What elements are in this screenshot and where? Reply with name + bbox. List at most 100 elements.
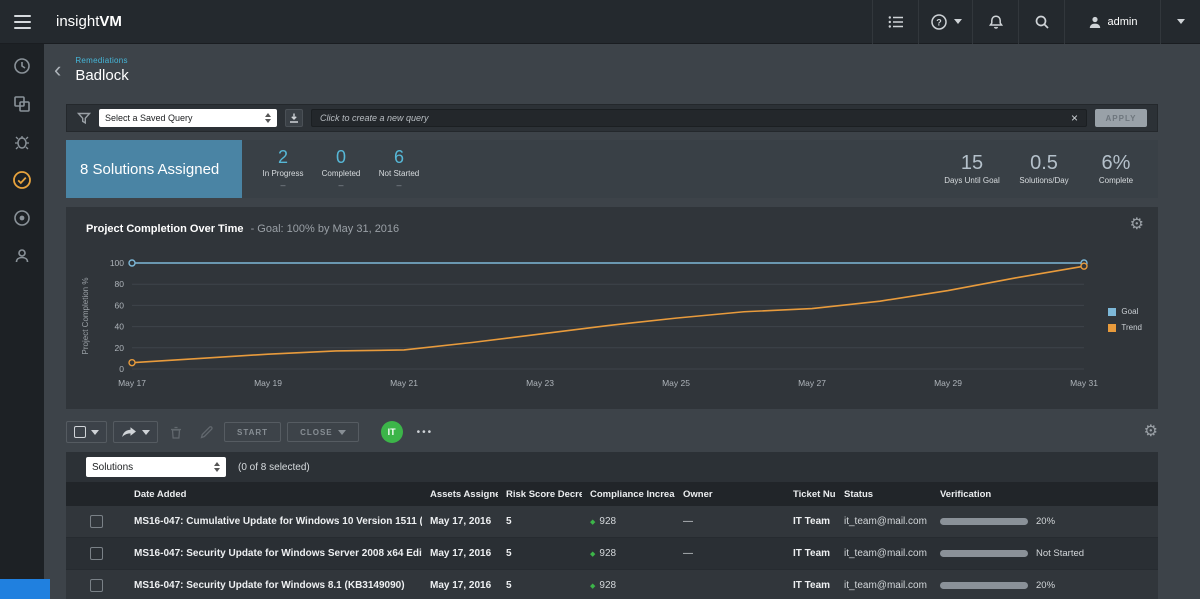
svg-text:May 23: May 23 xyxy=(526,378,554,388)
column-header[interactable]: Compliance Increase xyxy=(582,482,675,506)
svg-text:May 25: May 25 xyxy=(662,378,690,388)
user-menu[interactable]: admin xyxy=(1064,0,1160,44)
saved-query-value: Select a Saved Query xyxy=(105,113,193,123)
chevron-down-icon xyxy=(338,430,346,435)
cell-status: 20% xyxy=(932,570,1095,599)
table-row[interactable]: MS16-047: Security Update for Windows 8.… xyxy=(66,570,1158,599)
table-filter-select[interactable]: Solutions xyxy=(86,457,226,477)
svg-text:20: 20 xyxy=(115,343,125,353)
stat-label: Days Until Goal xyxy=(944,176,1000,185)
sidebar-item-history[interactable] xyxy=(12,56,32,76)
help-button[interactable]: ? xyxy=(918,0,972,44)
table-filter-value: Solutions xyxy=(92,462,133,473)
save-query-icon xyxy=(288,112,300,124)
saved-query-select[interactable]: Select a Saved Query xyxy=(99,109,277,127)
start-button[interactable]: START xyxy=(224,422,281,442)
legend-swatch xyxy=(1108,324,1116,332)
column-header[interactable]: Risk Score Decrease xyxy=(498,482,582,506)
legend-item: Trend xyxy=(1108,323,1142,332)
hamburger-menu-icon[interactable] xyxy=(0,0,44,44)
save-query-button[interactable] xyxy=(285,109,303,127)
check-circle-icon xyxy=(12,170,32,190)
row-checkbox[interactable] xyxy=(90,579,103,592)
sidebar-item-goals[interactable] xyxy=(12,208,32,228)
column-header[interactable]: Assets Assigned xyxy=(422,482,498,506)
row-checkbox-cell xyxy=(66,538,126,569)
close-dropdown[interactable]: CLOSE xyxy=(287,422,359,442)
column-header[interactable] xyxy=(66,482,126,506)
search-icon xyxy=(1034,14,1050,30)
row-checkbox[interactable] xyxy=(90,515,103,528)
status-progress-bar xyxy=(940,518,1028,525)
sidebar-item-remediation-projects[interactable] xyxy=(12,170,32,190)
column-header[interactable]: Date Added xyxy=(126,482,422,506)
stat-sub: – xyxy=(280,180,285,190)
cell-owner: IT Team xyxy=(785,538,836,569)
query-input[interactable]: Click to create a new query × xyxy=(311,109,1087,127)
stat-item: 6Not Started– xyxy=(370,140,428,198)
more-options-icon[interactable]: ••• xyxy=(417,427,434,438)
cell-date-added: May 17, 2016 xyxy=(422,570,498,599)
cell-verification xyxy=(1095,506,1158,537)
list-button[interactable] xyxy=(872,0,918,44)
chevron-down-icon xyxy=(91,430,99,435)
column-header[interactable]: Verification xyxy=(932,482,1095,506)
column-header[interactable]: Owner xyxy=(675,482,785,506)
sidebar-item-threats[interactable] xyxy=(12,132,32,152)
row-checkbox-cell xyxy=(66,570,126,599)
select-all-dropdown[interactable] xyxy=(66,421,107,443)
column-header[interactable]: Ticket Number xyxy=(785,482,836,506)
sidebar-item-dashboards[interactable] xyxy=(12,94,32,114)
stat-item: 2In Progress– xyxy=(254,140,312,198)
row-checkbox-cell xyxy=(66,506,126,537)
breadcrumb: Remediations Badlock xyxy=(75,56,128,84)
left-nav-sidebar xyxy=(0,44,44,579)
svg-text:May 27: May 27 xyxy=(798,378,826,388)
cell-date-added: May 17, 2016 xyxy=(422,538,498,569)
stat-value: 0.5 xyxy=(1030,153,1058,173)
stats-band: 8 Solutions Assigned 2In Progress–0Compl… xyxy=(66,140,1158,198)
cell-owner: IT Team xyxy=(785,506,836,537)
stat-label: Not Started xyxy=(379,169,419,178)
cell-compliance xyxy=(675,570,785,599)
row-checkbox[interactable] xyxy=(90,547,103,560)
delete-button[interactable] xyxy=(164,421,188,443)
stat-value: 6 xyxy=(394,148,404,166)
assign-dropdown[interactable] xyxy=(113,421,158,443)
table-settings-gear-icon[interactable]: ⚙ xyxy=(1144,424,1158,440)
owner-avatar[interactable]: IT xyxy=(381,421,403,443)
table-row[interactable]: MS16-047: Cumulative Update for Windows … xyxy=(66,506,1158,538)
table-row[interactable]: MS16-047: Security Update for Windows Se… xyxy=(66,538,1158,570)
search-button[interactable] xyxy=(1018,0,1064,44)
clear-query-icon[interactable]: × xyxy=(1071,112,1078,124)
notifications-button[interactable] xyxy=(972,0,1018,44)
completion-chart: 020406080100May 17May 19May 21May 23May … xyxy=(78,249,1098,405)
sidebar-item-support[interactable] xyxy=(12,246,32,266)
column-header[interactable]: Status xyxy=(836,482,932,506)
stat-value: 15 xyxy=(961,153,983,173)
status-label: Not Started xyxy=(1036,548,1084,559)
status-stats: 2In Progress–0Completed–6Not Started– xyxy=(254,140,428,198)
brand-insight: insight xyxy=(56,13,99,30)
pencil-icon xyxy=(200,426,213,439)
chart-subtitle-text: - Goal: 100% by May 31, 2016 xyxy=(251,223,400,235)
chart-settings-gear-icon[interactable]: ⚙ xyxy=(1130,217,1144,233)
status-progress-bar xyxy=(940,582,1028,589)
breadcrumb-section[interactable]: Remediations xyxy=(75,56,128,65)
person-headset-icon xyxy=(13,247,31,265)
risk-value: 928 xyxy=(599,580,616,591)
chevron-down-icon xyxy=(954,19,962,24)
risk-value: 928 xyxy=(599,516,616,527)
edit-button[interactable] xyxy=(194,421,218,443)
page-header: ‹ Remediations Badlock xyxy=(44,44,1200,96)
cell-assets-assigned: 5 xyxy=(498,570,582,599)
solutions-assigned-tile[interactable]: 8 Solutions Assigned xyxy=(66,140,242,198)
quick-launch-button[interactable] xyxy=(0,579,50,599)
risk-marker-icon: ◆ xyxy=(590,518,595,526)
apply-button[interactable]: APPLY xyxy=(1095,109,1147,127)
stat-sub: – xyxy=(338,180,343,190)
back-chevron-icon[interactable]: ‹ xyxy=(54,59,61,81)
chart-title-text: Project Completion Over Time xyxy=(86,223,244,235)
legend-label: Trend xyxy=(1121,323,1142,332)
user-menu-expander[interactable] xyxy=(1160,0,1200,44)
